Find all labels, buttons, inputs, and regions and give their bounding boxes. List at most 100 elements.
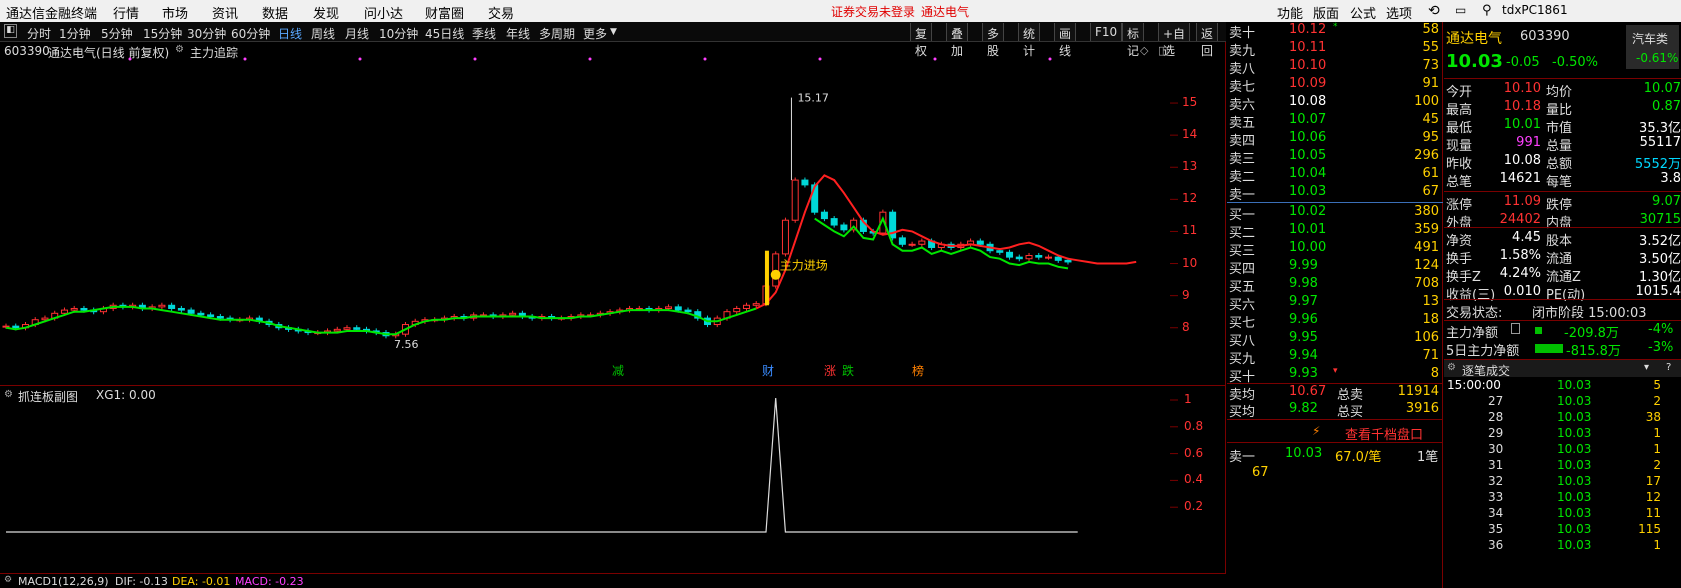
book-row[interactable]: 卖六 10.08 100 [1227,94,1443,113]
tool-fuquan[interactable]: 复权 [910,23,933,58]
avg-label: 买均 [1229,405,1256,420]
candle [1045,256,1053,259]
tool-zixuan[interactable]: +自选 [1158,23,1191,58]
level-volume: 95 [1422,130,1439,145]
menu-caifuquan[interactable]: 财富圈 [425,3,464,22]
period-tab[interactable]: 周线 [311,25,335,42]
period-tab[interactable]: 1分钟 [59,25,91,42]
menu-xuanxiang[interactable]: 选项 [1386,3,1412,22]
low-label: 7.56 [394,338,419,351]
tool-f10[interactable]: F10 [1090,23,1123,41]
book-row[interactable]: 买三 10.00 491 [1227,240,1443,259]
window-icon[interactable]: ▭ [1455,3,1466,17]
book-row[interactable]: 卖七 10.09 91 [1227,76,1443,95]
book-row[interactable]: 卖一 10.03 67 [1227,184,1443,203]
trade-time: 27 [1488,394,1504,408]
book-row[interactable]: 买四 9.99 124 [1227,258,1443,277]
user-icon[interactable]: ⚲ [1482,3,1492,18]
period-tab[interactable]: 分时 [27,25,51,42]
stat-label: 净资 [1446,234,1473,249]
book-row[interactable]: 买十 9.93 ▾ 8 [1227,366,1443,385]
book-row[interactable]: 卖八 10.10 73 [1227,58,1443,77]
sector-box[interactable]: 汽车类 -0.61% [1626,25,1679,69]
period-tab[interactable]: 季线 [472,25,496,42]
period-tab[interactable]: 多周期 [539,25,575,42]
sub-tick-label: 0.2 [1184,499,1204,514]
subchart-panel[interactable]: ⚙ 抓连板副图 XG1: 0.00 1 0.8 0.6 0.4 0.2 [0,385,1226,573]
user-id[interactable]: tdxPC1861 [1502,3,1568,17]
candle [918,240,926,245]
level-volume: 58 [1422,22,1439,37]
book-row[interactable]: 买九 9.94 71 [1227,348,1443,367]
tool-diejia[interactable]: 叠加 [946,23,969,58]
signal-dot [358,57,362,61]
level-price: 10.09 [1289,76,1327,91]
period-tab-active[interactable]: 日线 [278,25,302,42]
book-row[interactable]: 买八 9.95 106 [1227,330,1443,349]
book-row[interactable]: 卖二 10.04 61 [1227,166,1443,185]
period-tab[interactable]: 15分钟 [143,25,182,42]
menu-faxian[interactable]: 发现 [313,3,339,22]
period-tab[interactable]: 10分钟 [379,25,418,42]
stat-label: 最高 [1446,103,1473,118]
menu-hangqing[interactable]: 行情 [113,3,139,22]
book-row[interactable]: 卖十 10.12 * 58 [1227,22,1443,41]
level-depth-button[interactable]: 查看千档盘口 [1345,424,1423,443]
book-row[interactable]: 买六 9.97 13 [1227,294,1443,313]
login-notice[interactable]: 证券交易未登录 [831,3,915,20]
stat-value: 11.09 [1503,194,1541,209]
period-tab[interactable]: 60分钟 [231,25,270,42]
detail-price: 10.03 [1285,446,1323,461]
main-flow-row[interactable]: 主力净额 -209.8万 -4% [1446,322,1681,341]
book-row[interactable]: 卖三 10.05 296 [1227,148,1443,167]
book-row[interactable]: 买一 10.02 380 [1227,204,1443,223]
five-day-flow-row[interactable]: 5日主力净额 -815.8万 -3% [1446,340,1681,359]
level-label: 买五 [1229,280,1256,295]
menu-jiaoyi[interactable]: 交易 [488,3,514,22]
book-row[interactable]: 卖四 10.06 95 [1227,130,1443,149]
menu-shichang[interactable]: 市场 [162,3,188,22]
tool-biaoji[interactable]: 标记 [1122,23,1145,58]
level-volume: 124 [1414,258,1439,273]
level-mark: * [1333,22,1338,32]
period-tab[interactable]: 5分钟 [101,25,133,42]
more-dropdown-icon[interactable]: ▼ [610,27,617,37]
level-volume: 8 [1430,366,1439,381]
tool-tongji[interactable]: 统计 [1018,23,1041,58]
trades-filter-icon[interactable]: ▾ [1644,362,1649,373]
book-row[interactable]: 买七 9.96 18 [1227,312,1443,331]
book-row[interactable]: 买二 10.01 359 [1227,222,1443,241]
tool-duogu[interactable]: 多股 [982,23,1005,58]
kline-panel[interactable]: 603390 通达电气(日线 前复权) ⚙ 主力追踪 ◇ ◫ 15.17 7.56… [0,42,1226,385]
trades-header[interactable]: ⚙ 逐笔成交 ▾ ? [1444,359,1681,378]
macd-gear-icon[interactable]: ⚙ [4,575,12,585]
candle [742,304,750,309]
more-periods[interactable]: 更多 [583,25,607,42]
trade-time: 28 [1488,410,1504,424]
panel-toggle-icon[interactable]: ◧ [4,24,17,38]
menu-zixun[interactable]: 资讯 [212,3,238,22]
period-tab[interactable]: 年线 [506,25,530,42]
sub-tick-label: 0.8 [1184,418,1204,433]
menu-gongshi[interactable]: 公式 [1350,3,1376,22]
candle [60,309,68,314]
candle [1054,256,1062,261]
menu-gongneng[interactable]: 功能 [1277,3,1303,22]
refresh-icon[interactable]: ⟲ [1428,3,1440,19]
book-row[interactable]: 卖九 10.11 55 [1227,40,1443,59]
period-tab[interactable]: 30分钟 [187,25,226,42]
book-row[interactable]: 卖五 10.07 45 [1227,112,1443,131]
menu-shuju[interactable]: 数据 [262,3,288,22]
menu-banmian[interactable]: 版面 [1313,3,1339,22]
tool-fanhui[interactable]: 返回 [1196,23,1219,58]
period-tab[interactable]: 月线 [345,25,369,42]
trades-help-icon[interactable]: ? [1666,362,1671,373]
menu-wenxiaoda[interactable]: 问小达 [364,3,403,22]
stat-row: 最高 10.18 量比 0.87 [1446,99,1681,118]
trades-gear-icon[interactable]: ⚙ [1447,362,1456,373]
book-row[interactable]: 买五 9.98 708 [1227,276,1443,295]
macd-strip[interactable]: ⚙ MACD1(12,26,9) DIF: -0.13 DEA: -0.01 M… [0,573,1226,588]
flow-info-icon[interactable] [1511,323,1520,334]
period-tab[interactable]: 45日线 [425,25,464,42]
tool-huaxian[interactable]: 画线 [1054,23,1077,58]
